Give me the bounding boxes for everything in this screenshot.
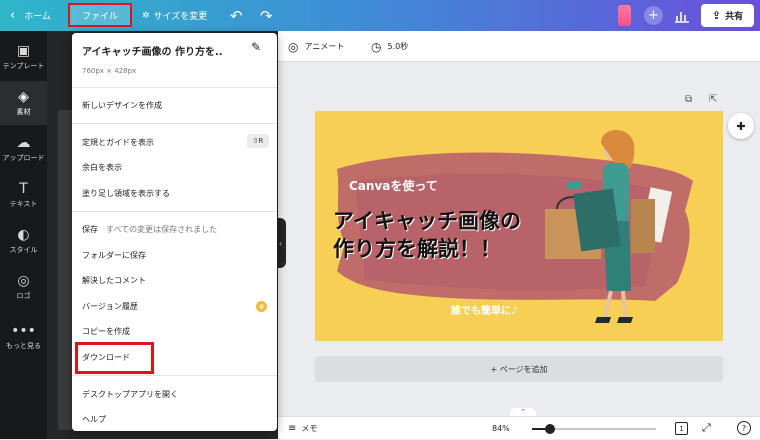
zoom-level[interactable]: 84%: [492, 417, 510, 440]
divider: [72, 375, 277, 376]
animate-label: アニメート: [304, 42, 345, 51]
sidebar-item-more[interactable]: ••• もっと見る: [0, 315, 47, 359]
menu-item-new-design[interactable]: 新しいデザインを作成: [82, 100, 162, 111]
page-count-button[interactable]: 1: [675, 422, 688, 435]
avatar[interactable]: [618, 5, 631, 26]
add-page-label: + ページを追加: [490, 364, 548, 374]
elements-icon: ◈: [18, 89, 29, 105]
share-icon: ⇪: [711, 9, 722, 22]
sparkle-icon: ✲: [142, 10, 150, 21]
file-label: ファイル: [81, 11, 118, 22]
share-button[interactable]: ⇪ 共有: [701, 4, 754, 27]
insights-icon[interactable]: [674, 7, 692, 24]
panel-thumbnails: [58, 110, 72, 430]
pencil-icon[interactable]: ✎: [251, 40, 261, 54]
design-headline-line2: 作り方を解説！！: [333, 237, 501, 261]
menu-item-make-copy[interactable]: コピーを作成: [82, 326, 130, 337]
animate-icon: ◎: [288, 39, 299, 54]
home-label: ホーム: [24, 12, 51, 22]
chevron-left-icon: ‹: [10, 8, 16, 23]
design-small-title: Canvaを使って: [349, 179, 438, 193]
design-tagline: 誰でも簡単に♪: [451, 306, 518, 317]
divider: [72, 211, 277, 212]
upload-icon: ☁: [16, 135, 31, 151]
home-button[interactable]: ‹ ホーム: [10, 0, 51, 31]
sidebar-item-elements[interactable]: ◈ 素材: [0, 81, 47, 125]
menu-item-help[interactable]: ヘルプ: [82, 414, 106, 425]
design-canvas[interactable]: Canvaを使って アイキャッチ画像の 作り方を解説！！ 誰でも簡単に♪: [315, 111, 723, 341]
menu-item-open-desktop-app[interactable]: デスクトップアプリを開く: [82, 389, 178, 400]
notes-icon: ≡: [288, 423, 297, 434]
editor-toolbar: ◎ アニメート ◷ 5.0秒: [278, 31, 760, 62]
sidebar-item-label: 素材: [16, 108, 31, 116]
share-label: 共有: [725, 12, 744, 22]
shortcut-badge: ⇧R: [247, 134, 269, 148]
menu-item-show-rulers[interactable]: 定規とガイドを表示: [82, 137, 154, 148]
duration-button[interactable]: ◷ 5.0秒: [371, 31, 408, 62]
menu-item-show-bleed[interactable]: 塗り足し領域を表示する: [82, 188, 170, 199]
undo-button[interactable]: ↶: [230, 0, 243, 31]
comment-icon: ✚: [736, 119, 746, 133]
divider: [72, 87, 277, 88]
sidebar-item-label: ロゴ: [16, 292, 31, 300]
template-icon: ▣: [16, 43, 31, 59]
save-status: すべての変更は保存されました: [106, 225, 218, 234]
export-page-icon[interactable]: ⇱: [709, 94, 717, 105]
notes-label: メモ: [301, 424, 318, 433]
clock-icon: ◷: [371, 39, 382, 54]
fullscreen-icon[interactable]: ⤢: [702, 416, 711, 439]
sidebar-item-uploads[interactable]: ☁ アップロード: [0, 127, 47, 171]
duplicate-page-icon[interactable]: ⧉: [685, 94, 692, 105]
sidebar-item-templates[interactable]: ▣ テンプレート: [0, 35, 47, 79]
sidebar-item-label: アップロード: [2, 154, 45, 162]
text-icon: T: [19, 181, 28, 197]
menu-item-show-margins[interactable]: 余白を表示: [82, 162, 122, 173]
more-icon: •••: [11, 323, 36, 339]
file-menu: アイキャッチ画像の 作り方を.. ✎ 760px × 428px 新しいデザイン…: [72, 33, 277, 431]
redo-button[interactable]: ↷: [260, 0, 273, 31]
animate-button[interactable]: ◎ アニメート: [288, 31, 344, 62]
menu-item-resolved-comments[interactable]: 解決したコメント: [82, 275, 146, 286]
design-size: 760px × 428px: [82, 67, 137, 75]
zoom-slider-handle[interactable]: [545, 424, 555, 434]
notes-button[interactable]: ≡ メモ: [288, 417, 317, 440]
menu-item-version-history[interactable]: バージョン履歴: [82, 301, 138, 312]
duration-label: 5.0秒: [387, 42, 409, 51]
sidebar-item-label: テキスト: [9, 200, 38, 208]
add-collaborator-button[interactable]: +: [644, 6, 663, 25]
download-highlight: [75, 342, 154, 374]
palette-icon: ◐: [17, 227, 30, 243]
sidebar-item-styles[interactable]: ◐ スタイル: [0, 219, 47, 263]
menu-item-save-to-folder[interactable]: フォルダーに保存: [82, 250, 146, 261]
top-bar: ‹ ホーム ファイル ✲ サイズを変更 ↶ ↷ + ⇪ 共有: [0, 0, 760, 31]
crown-icon: ♛: [256, 301, 267, 312]
help-button[interactable]: ?: [737, 421, 751, 435]
sidebar-item-logos[interactable]: ◎ ロゴ: [0, 265, 47, 309]
left-sidebar: ▣ テンプレート ◈ 素材 ☁ アップロード T テキスト ◐ スタイル ◎ ロ…: [0, 31, 47, 439]
design-title[interactable]: アイキャッチ画像の 作り方を..: [82, 43, 223, 58]
file-menu-button[interactable]: ファイル: [68, 3, 132, 27]
resize-button[interactable]: ✲ サイズを変更: [142, 0, 207, 31]
add-comment-button[interactable]: ✚: [728, 113, 754, 139]
save-label: 保存: [82, 225, 98, 234]
menu-item-save[interactable]: 保存 すべての変更は保存されました: [82, 224, 217, 235]
divider: [72, 123, 277, 124]
logo-icon: ◎: [17, 273, 30, 289]
add-page-button[interactable]: + ページを追加: [315, 356, 723, 382]
sidebar-item-label: テンプレート: [2, 62, 45, 70]
sidebar-item-text[interactable]: T テキスト: [0, 173, 47, 217]
design-headline-line1: アイキャッチ画像の: [333, 209, 521, 233]
resize-label: サイズを変更: [153, 12, 208, 22]
sidebar-item-label: スタイル: [9, 246, 38, 254]
sidebar-item-label: もっと見る: [6, 342, 41, 350]
